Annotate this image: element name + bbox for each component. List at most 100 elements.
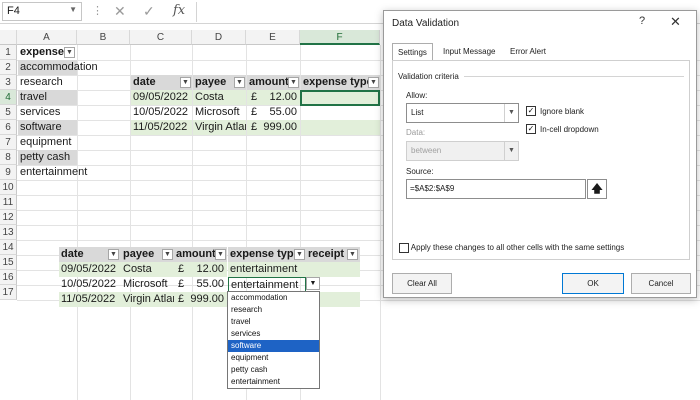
row-header[interactable]: 1 — [0, 45, 17, 60]
header-label: date — [61, 248, 84, 260]
table-cell-payee[interactable]: Costa — [193, 90, 246, 105]
cancel-icon[interactable]: ✕ — [114, 3, 126, 20]
column-header-d[interactable]: D — [192, 30, 246, 45]
table-cell-payee[interactable]: Costa — [121, 262, 174, 277]
dropdown-option[interactable]: entertainment — [228, 376, 319, 388]
in-cell-dropdown-label: In-cell dropdown — [540, 125, 599, 134]
row-header[interactable]: 15 — [0, 255, 17, 270]
ok-button[interactable]: OK — [562, 273, 624, 294]
apply-all-checkbox[interactable] — [399, 243, 409, 253]
column-header-c[interactable]: C — [130, 30, 192, 45]
dropdown-option-highlighted[interactable]: software — [228, 340, 319, 352]
table-cell-amount[interactable]: £55.00 — [174, 277, 227, 292]
cancel-button[interactable]: Cancel — [631, 273, 691, 294]
table-cell-amount[interactable]: £12.00 — [174, 262, 227, 277]
apply-all-row[interactable]: Apply these changes to all other cells w… — [399, 243, 624, 253]
filter-dropdown-icon[interactable]: ▼ — [347, 249, 358, 260]
dropdown-option[interactable]: petty cash — [228, 364, 319, 376]
ignore-blank-checkbox[interactable]: ✓ — [526, 106, 536, 116]
row-header[interactable]: 12 — [0, 210, 17, 225]
filter-dropdown-icon[interactable]: ▼ — [234, 77, 245, 88]
dropdown-option[interactable]: services — [228, 328, 319, 340]
table-cell-amount[interactable]: £55.00 — [247, 105, 300, 120]
list-item[interactable]: equipment — [18, 135, 77, 150]
table-cell-type[interactable] — [301, 120, 380, 135]
help-icon[interactable]: ? — [639, 15, 645, 27]
column-header-b[interactable]: B — [77, 30, 130, 45]
row-header[interactable]: 16 — [0, 270, 17, 285]
chevron-down-icon[interactable]: ▼ — [306, 277, 320, 290]
table-cell-payee[interactable]: Virgin Atlar — [193, 120, 246, 135]
table-cell-date[interactable]: 09/05/2022 — [59, 262, 121, 277]
chevron-down-icon[interactable]: ▼ — [69, 5, 77, 14]
table-cell-amount[interactable]: £12.00 — [247, 90, 300, 105]
table-cell-type-active[interactable]: entertainment — [228, 277, 306, 292]
tab-settings[interactable]: Settings — [392, 43, 433, 61]
collapse-dialog-icon[interactable]: 🡅 — [587, 179, 607, 199]
insert-function-icon[interactable]: fx — [173, 3, 185, 18]
dropdown-option[interactable]: research — [228, 304, 319, 316]
row-header[interactable]: 4 — [0, 90, 17, 105]
table-cell-receipt[interactable] — [306, 262, 360, 277]
row-header[interactable]: 13 — [0, 225, 17, 240]
clear-all-button[interactable]: Clear All — [392, 273, 452, 294]
enter-icon[interactable]: ✓ — [143, 3, 155, 20]
table-cell-payee[interactable]: Microsoft — [121, 277, 174, 292]
row-header[interactable]: 8 — [0, 150, 17, 165]
table-cell-date[interactable]: 10/05/2022 — [131, 105, 192, 120]
filter-dropdown-icon[interactable]: ▼ — [294, 249, 305, 260]
list-item[interactable]: services — [18, 105, 77, 120]
list-item[interactable]: software — [18, 120, 77, 135]
filter-dropdown-icon[interactable]: ▼ — [180, 77, 191, 88]
list-item[interactable]: petty cash — [18, 150, 77, 165]
filter-dropdown-icon[interactable]: ▼ — [108, 249, 119, 260]
tab-input-message[interactable]: Input Message — [438, 43, 500, 61]
table-cell-type[interactable]: entertainment — [228, 262, 306, 277]
in-cell-dropdown-checkbox[interactable]: ✓ — [526, 124, 536, 134]
table-cell-date[interactable]: 10/05/2022 — [59, 277, 121, 292]
filter-dropdown-icon[interactable]: ▼ — [64, 47, 75, 58]
dropdown-option[interactable]: travel — [228, 316, 319, 328]
column-header-f[interactable]: F — [300, 30, 380, 45]
dropdown-option[interactable]: equipment — [228, 352, 319, 364]
row-header[interactable]: 7 — [0, 135, 17, 150]
row-header[interactable]: 3 — [0, 75, 17, 90]
name-box[interactable]: F4 ▼ — [2, 2, 82, 21]
filter-dropdown-icon[interactable]: ▼ — [288, 77, 299, 88]
data-validation-dialog: Data Validation ? ✕ Settings Input Messa… — [383, 10, 697, 298]
tab-error-alert[interactable]: Error Alert — [505, 43, 551, 61]
column-header-a[interactable]: A — [17, 30, 77, 45]
row-header[interactable]: 17 — [0, 285, 17, 300]
table-cell-type[interactable] — [301, 105, 380, 120]
table-cell-amount[interactable]: £999.00 — [174, 292, 227, 307]
table-cell-date[interactable]: 11/05/2022 — [59, 292, 121, 307]
chevron-down-icon[interactable]: ▼ — [504, 104, 518, 122]
table-cell-amount[interactable]: £999.00 — [247, 120, 300, 135]
list-item[interactable]: research — [18, 75, 77, 90]
group-label: Validation criteria — [398, 72, 459, 81]
list-item[interactable]: accommodation — [18, 60, 98, 75]
table-cell-payee[interactable]: Microsoft — [193, 105, 246, 120]
table-cell-payee[interactable]: Virgin Atlar — [121, 292, 174, 307]
filter-dropdown-icon[interactable]: ▼ — [162, 249, 173, 260]
row-header[interactable]: 10 — [0, 180, 17, 195]
row-header[interactable]: 11 — [0, 195, 17, 210]
filter-dropdown-icon[interactable]: ▼ — [368, 77, 379, 88]
table-cell-date[interactable]: 09/05/2022 — [131, 90, 192, 105]
allow-select[interactable]: List ▼ — [406, 103, 519, 123]
select-all-corner[interactable] — [0, 30, 17, 45]
list-item[interactable]: travel — [18, 90, 77, 105]
row-header[interactable]: 14 — [0, 240, 17, 255]
source-input[interactable]: =$A$2:$A$9 — [406, 179, 586, 199]
active-cell-selection[interactable] — [300, 90, 380, 106]
row-header[interactable]: 5 — [0, 105, 17, 120]
list-item[interactable]: entertainment — [18, 165, 98, 180]
dropdown-option[interactable]: accommodation — [228, 292, 319, 304]
row-header[interactable]: 2 — [0, 60, 17, 75]
close-icon[interactable]: ✕ — [670, 14, 681, 30]
row-header[interactable]: 6 — [0, 120, 17, 135]
column-header-e[interactable]: E — [246, 30, 300, 45]
table-cell-date[interactable]: 11/05/2022 — [131, 120, 192, 135]
filter-dropdown-icon[interactable]: ▼ — [215, 249, 226, 260]
row-header[interactable]: 9 — [0, 165, 17, 180]
